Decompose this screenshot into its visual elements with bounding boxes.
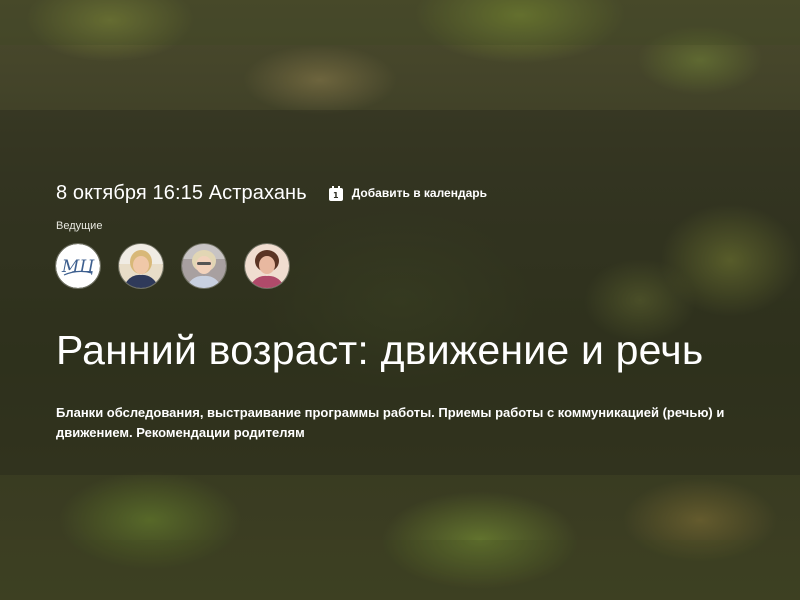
host-avatar-1[interactable]	[119, 244, 163, 288]
person-photo-icon	[182, 244, 226, 288]
calendar-icon: 1	[328, 185, 343, 201]
background-band-bottom	[0, 540, 800, 600]
person-photo-icon	[245, 244, 289, 288]
hosts-label: Ведущие	[56, 220, 103, 232]
event-meta-row: 8 октября 16:15 Астрахань 1 Добавить в к…	[56, 178, 766, 208]
host-avatar-3[interactable]	[245, 244, 289, 288]
add-to-calendar-label: Добавить в календарь	[351, 186, 487, 200]
event-description: Бланки обследования, выстраивание програ…	[56, 405, 725, 440]
calendar-icon-day: 1	[332, 190, 339, 200]
event-header: 8 октября 16:15 Астрахань 1 Добавить в к…	[56, 178, 766, 443]
hosts-list: МЦ	[56, 244, 766, 288]
logo-mc-icon: МЦ	[56, 244, 100, 288]
person-photo-icon	[119, 244, 163, 288]
host-avatar-2[interactable]	[182, 244, 226, 288]
event-date-location: 8 октября 16:15 Астрахань	[56, 181, 307, 204]
background-band-top	[0, 0, 800, 45]
host-avatar-logo[interactable]: МЦ	[56, 244, 100, 288]
add-to-calendar-button[interactable]: 1 Добавить в календарь	[328, 185, 487, 201]
event-title: Ранний возраст: движение и речь	[56, 327, 704, 373]
